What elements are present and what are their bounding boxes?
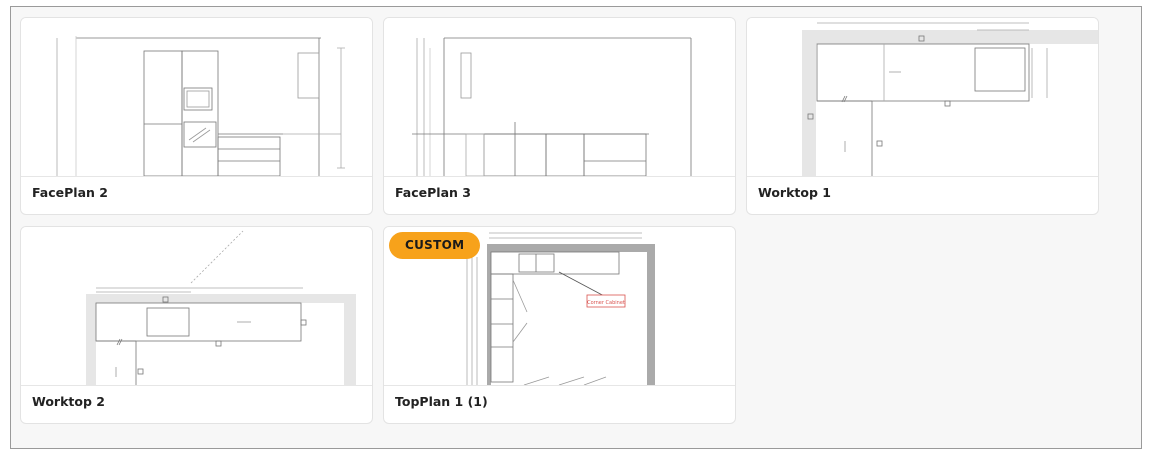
card-topplan-1[interactable]: Corner Cabinet CUSTOM TopPlan 1 (1) xyxy=(383,226,736,424)
card-label: Worktop 2 xyxy=(32,394,105,409)
card-worktop-1[interactable]: Worktop 1 xyxy=(746,17,1099,215)
faceplan-3-thumbnail xyxy=(384,18,735,177)
card-label: FacePlan 2 xyxy=(32,185,108,200)
worktop-2-thumbnail xyxy=(21,227,372,386)
faceplan-2-thumbnail xyxy=(21,18,372,177)
corner-cabinet-annotation: Corner Cabinet xyxy=(587,300,625,306)
card-label: Worktop 1 xyxy=(758,185,831,200)
card-worktop-2[interactable]: Worktop 2 xyxy=(20,226,373,424)
plans-gallery: FacePlan 2 FacePlan 3 Worktop 1 Worktop … xyxy=(10,6,1142,449)
topplan-1-thumbnail: Corner Cabinet CUSTOM xyxy=(384,227,735,386)
worktop-1-thumbnail xyxy=(747,18,1098,177)
card-label: FacePlan 3 xyxy=(395,185,471,200)
card-faceplan-2[interactable]: FacePlan 2 xyxy=(20,17,373,215)
card-faceplan-3[interactable]: FacePlan 3 xyxy=(383,17,736,215)
card-label: TopPlan 1 (1) xyxy=(395,394,488,409)
custom-badge: CUSTOM xyxy=(389,232,481,259)
